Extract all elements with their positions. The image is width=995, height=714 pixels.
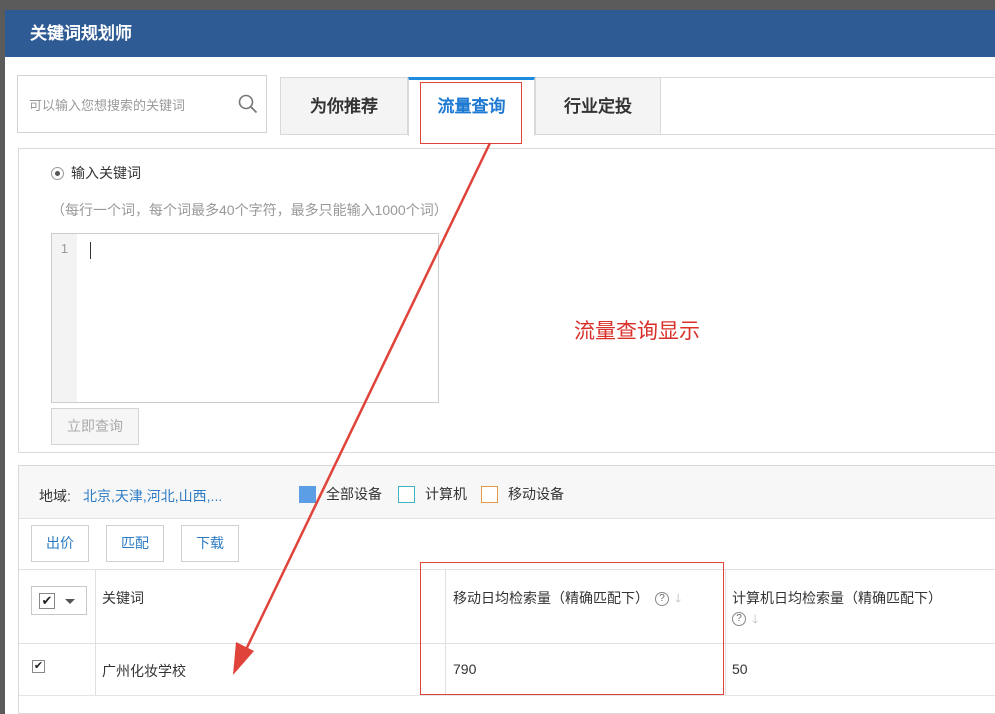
row-checkbox[interactable]: ✔ bbox=[32, 660, 45, 673]
search-icon[interactable] bbox=[238, 94, 258, 114]
column-divider bbox=[95, 570, 96, 643]
cell-pc-volume: 50 bbox=[732, 661, 748, 677]
keyword-textarea[interactable]: 1 bbox=[51, 233, 439, 403]
device-all-swatch bbox=[299, 485, 316, 503]
check-icon[interactable]: ✔ bbox=[39, 593, 55, 609]
device-all[interactable]: 全部设备 bbox=[299, 484, 382, 504]
keyword-hint: （每行一个词，每个词最多40个字符，最多只能输入1000个词） bbox=[51, 202, 448, 218]
download-button[interactable]: 下载 bbox=[181, 525, 239, 562]
device-computer-swatch bbox=[398, 485, 415, 503]
window-title: 关键词规划师 bbox=[5, 10, 995, 57]
line-number: 1 bbox=[52, 234, 77, 402]
column-header-pc-label: 计算机日均检索量（精确匹配下） bbox=[732, 590, 942, 606]
device-all-label: 全部设备 bbox=[326, 486, 382, 502]
text-caret bbox=[90, 242, 91, 259]
highlight-tab-box bbox=[420, 82, 522, 144]
query-button[interactable]: 立即查询 bbox=[51, 408, 139, 445]
tab-recommend[interactable]: 为你推荐 bbox=[280, 77, 408, 135]
column-divider bbox=[725, 644, 726, 695]
region-label: 地域: bbox=[39, 488, 71, 504]
keyword-radio-option[interactable]: 输入关键词 bbox=[51, 163, 141, 183]
device-mobile-swatch bbox=[481, 485, 498, 503]
bid-button[interactable]: 出价 bbox=[31, 525, 89, 562]
radio-label: 输入关键词 bbox=[71, 165, 141, 181]
chevron-down-icon[interactable] bbox=[65, 599, 75, 604]
column-divider bbox=[725, 570, 726, 643]
device-computer-label: 计算机 bbox=[425, 486, 467, 502]
search-input[interactable]: 可以输入您想搜索的关键词 bbox=[17, 75, 267, 133]
tab-industry[interactable]: 行业定投 bbox=[535, 77, 661, 135]
column-header-keyword[interactable]: 关键词 bbox=[102, 588, 144, 608]
device-mobile[interactable]: 移动设备 bbox=[481, 484, 564, 504]
filter-row: 地域: 北京,天津,河北,山西,... 全部设备 计算机 移动设备 bbox=[19, 466, 995, 519]
device-computer[interactable]: 计算机 bbox=[398, 484, 467, 504]
region-link[interactable]: 北京,天津,河北,山西,... bbox=[83, 486, 222, 506]
query-area: 输入关键词 （每行一个词，每个词最多40个字符，最多只能输入1000个词） 1 … bbox=[18, 148, 995, 453]
help-icon[interactable]: ? bbox=[732, 612, 746, 627]
device-mobile-label: 移动设备 bbox=[508, 486, 564, 502]
annotation-text: 流量查询显示 bbox=[574, 319, 700, 343]
sort-down-icon[interactable]: 🡓 bbox=[752, 609, 758, 629]
select-all-dropdown[interactable]: ✔ bbox=[31, 586, 87, 615]
tab-bar-filler bbox=[661, 77, 995, 135]
highlight-column-box bbox=[420, 562, 724, 695]
cell-keyword: 广州化妆学校 bbox=[102, 663, 186, 679]
match-button[interactable]: 匹配 bbox=[106, 525, 164, 562]
radio-button[interactable] bbox=[51, 166, 64, 180]
search-placeholder: 可以输入您想搜索的关键词 bbox=[29, 98, 186, 113]
column-divider bbox=[95, 644, 96, 695]
column-header-pc-volume[interactable]: 计算机日均检索量（精确匹配下）? 🡓 bbox=[732, 588, 995, 629]
